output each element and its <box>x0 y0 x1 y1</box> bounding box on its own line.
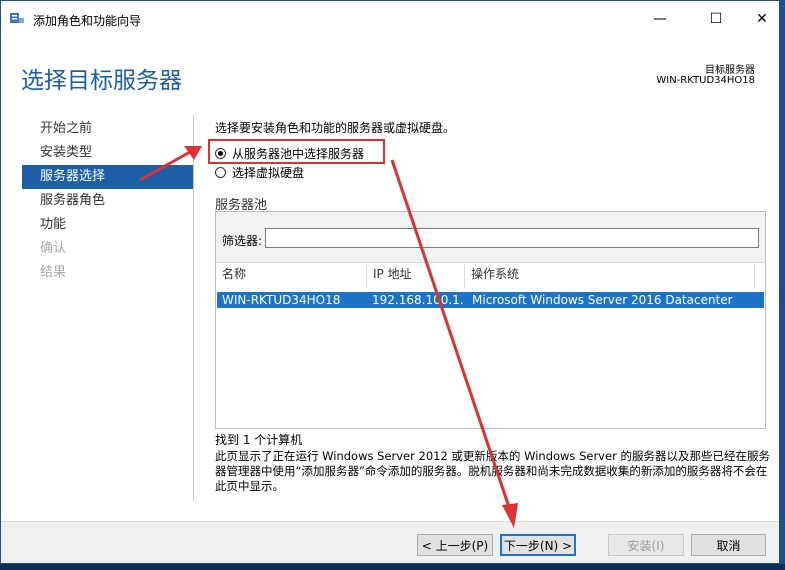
page-title: 选择目标服务器 <box>21 68 182 94</box>
radio-unchecked-icon <box>215 166 226 178</box>
target-server-name: WIN-RKTUD34HO18 <box>656 75 755 86</box>
nav-divider <box>193 115 194 501</box>
radio-select-vhd[interactable]: 选择虚拟硬盘 <box>215 163 304 181</box>
minimize-icon: — <box>653 11 667 27</box>
found-count: 找到 1 个计算机 <box>215 433 303 447</box>
server-manager-icon <box>10 13 24 23</box>
next-button[interactable]: 下一步(N) > <box>500 534 576 556</box>
column-header-os[interactable]: 操作系统 <box>465 264 755 288</box>
previous-button[interactable]: < 上一步(P) <box>417 534 493 556</box>
column-header-ip[interactable]: IP 地址 <box>367 264 465 288</box>
title-bar[interactable]: 添加角色和功能向导 — ☐ ✕ <box>1 1 779 37</box>
filter-input[interactable] <box>265 228 759 248</box>
wizard-footer: < 上一步(P) 下一步(N) > 安装(I) 取消 <box>1 521 779 563</box>
nav-item-server-roles[interactable]: 服务器角色 <box>22 189 193 213</box>
close-button[interactable]: ✕ <box>739 1 779 37</box>
annotation-highlight-box <box>208 139 385 164</box>
window-title: 添加角色和功能向导 <box>33 14 142 28</box>
row-ip: 192.168.100.1... <box>372 293 464 307</box>
row-os: Microsoft Windows Server 2016 Datacenter <box>472 293 733 307</box>
maximize-icon: ☐ <box>709 11 723 27</box>
nav-item-server-selection[interactable]: 服务器选择 <box>22 165 193 189</box>
wizard-nav: 开始之前 安装类型 服务器选择 服务器角色 功能 确认 结果 <box>22 117 193 285</box>
install-button: 安装(I) <box>608 534 684 556</box>
taskbar-strip <box>0 564 785 570</box>
close-icon: ✕ <box>756 11 768 27</box>
nav-item-results: 结果 <box>40 265 67 280</box>
radio-vhd-label: 选择虚拟硬盘 <box>232 165 305 180</box>
nav-item-before-you-begin[interactable]: 开始之前 <box>22 117 193 141</box>
server-pool-list: 筛选器: 名称 IP 地址 操作系统 WIN-RKTUD34HO18 192.1… <box>215 211 766 429</box>
wizard-window: 添加角色和功能向导 — ☐ ✕ 选择目标服务器 目标服务器 WIN-RKTUD3… <box>0 0 780 564</box>
filter-bar: 筛选器: <box>216 212 765 263</box>
instruction-text: 选择要安装角色和功能的服务器或虚拟硬盘。 <box>215 121 456 135</box>
maximize-button[interactable]: ☐ <box>693 1 739 37</box>
nav-item-confirmation: 确认 <box>40 241 67 256</box>
nav-item-features[interactable]: 功能 <box>22 213 193 237</box>
target-server-label: 目标服务器 <box>705 65 755 76</box>
column-header-name[interactable]: 名称 <box>216 264 367 288</box>
cancel-button[interactable]: 取消 <box>691 534 766 556</box>
minimize-button[interactable]: — <box>637 1 683 37</box>
row-name: WIN-RKTUD34HO18 <box>222 293 341 307</box>
nav-item-installation-type[interactable]: 安装类型 <box>22 141 193 165</box>
filter-label: 筛选器: <box>222 234 263 248</box>
table-row[interactable]: WIN-RKTUD34HO18 192.168.100.1... Microso… <box>217 292 764 308</box>
description-text: 此页显示了正在运行 Windows Server 2012 或更新版本的 Win… <box>215 449 770 493</box>
